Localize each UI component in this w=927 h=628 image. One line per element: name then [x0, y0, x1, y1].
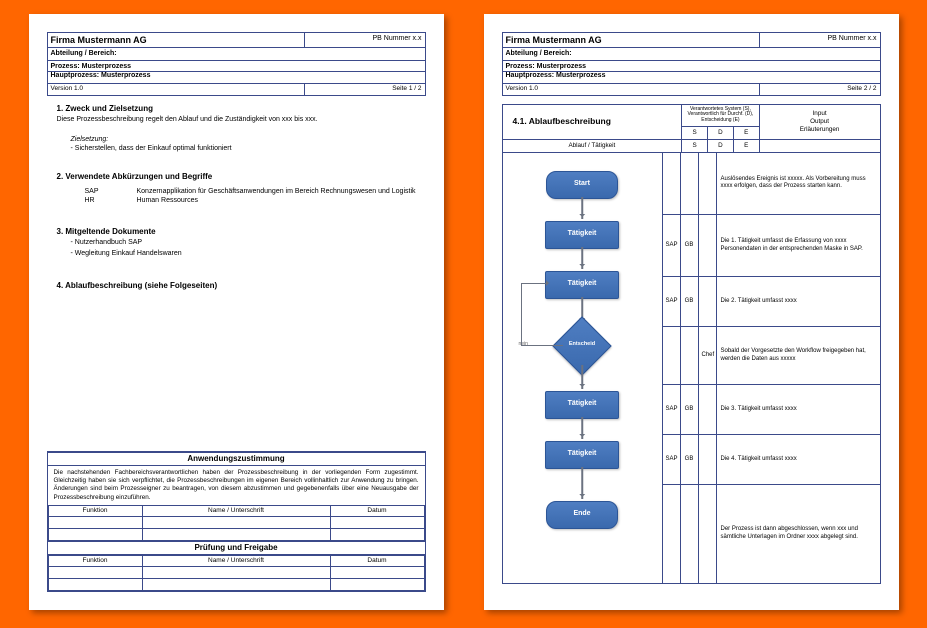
- page-indicator: Seite 1 / 2: [304, 83, 425, 95]
- flow-note: Die 1. Tätigkeit umfasst die Erfassung v…: [716, 215, 880, 277]
- version: Version 1.0: [47, 83, 304, 95]
- section-4-title: 4. Ablaufbeschreibung (siehe Folgeseiten…: [57, 281, 416, 291]
- section-1-title: 1. Zweck und Zielsetzung: [57, 104, 416, 114]
- col-e: E: [733, 126, 759, 139]
- approval-title: Anwendungszustimmung: [48, 452, 425, 466]
- def-value: Human Ressources: [137, 197, 416, 206]
- col-io: Input Output Erläuterungen: [759, 104, 880, 139]
- page1-header: Firma Mustermann AG PB Nummer x.x Abteil…: [47, 32, 426, 96]
- process-label: Prozess: Musterprozess: [47, 61, 425, 72]
- def-value: Konzernapplikation für Geschäftsanwendun…: [137, 188, 416, 197]
- main-process-label: Hauptprozess: Musterprozess: [502, 72, 880, 83]
- col-d: D: [708, 126, 734, 139]
- flow-note: Auslösendes Ereignis ist xxxxx. Als Vorb…: [716, 153, 880, 215]
- def-key: SAP: [85, 188, 125, 197]
- definition-row: HR Human Ressources: [85, 197, 416, 206]
- document-page-2: Firma Mustermann AG PB Nummer x.x Abteil…: [484, 14, 899, 610]
- def-key: HR: [85, 197, 125, 206]
- flow-body: Start Tätigkeit Tätigkeit Entscheid nein: [502, 153, 881, 584]
- col-function: Funktion: [48, 505, 142, 516]
- flow-note: Der Prozess ist dann abgeschlossen, wenn…: [716, 485, 880, 584]
- col-function: Funktion: [48, 555, 142, 566]
- company-name: Firma Mustermann AG: [47, 33, 304, 48]
- node-activity: Tätigkeit: [545, 271, 619, 299]
- col-flow: Ablauf / Tätigkeit: [502, 139, 682, 152]
- department-label: Abteilung / Bereich:: [502, 48, 880, 61]
- flow-diagram: Start Tätigkeit Tätigkeit Entscheid nein: [503, 153, 662, 583]
- page1-body: 1. Zweck und Zielsetzung Diese Prozessbe…: [47, 96, 426, 297]
- pb-number: PB Nummer x.x: [304, 33, 425, 48]
- node-activity: Tätigkeit: [545, 221, 619, 249]
- approval-sign-table: Funktion Name / Unterschrift Datum: [48, 505, 425, 541]
- flow-note: Sobald der Vorgesetzte den Workflow frei…: [716, 327, 880, 385]
- node-start: Start: [546, 171, 618, 199]
- department-label: Abteilung / Bereich:: [47, 48, 425, 61]
- release-title: Prüfung und Freigabe: [48, 541, 425, 555]
- node-end: Ende: [546, 501, 618, 529]
- doc-item: - Wegleitung Einkauf Handelswaren: [71, 250, 416, 259]
- main-process-label: Hauptprozess: Musterprozess: [47, 72, 425, 83]
- version: Version 1.0: [502, 83, 759, 95]
- col-name: Name / Unterschrift: [142, 555, 330, 566]
- process-label: Prozess: Musterprozess: [502, 61, 880, 72]
- flow-note: Die 2. Tätigkeit umfasst xxxx: [716, 277, 880, 327]
- goal-item: - Sicherstellen, dass der Einkauf optima…: [71, 145, 416, 154]
- section-3-title: 3. Mitgeltende Dokumente: [57, 227, 416, 237]
- col-date: Datum: [330, 505, 424, 516]
- company-name: Firma Mustermann AG: [502, 33, 759, 48]
- section-2-title: 2. Verwendete Abkürzungen und Begriffe: [57, 172, 416, 182]
- release-sign-table: Funktion Name / Unterschrift Datum: [48, 555, 425, 591]
- section-1-text: Diese Prozessbeschreibung regelt den Abl…: [57, 116, 416, 125]
- page2-header: Firma Mustermann AG PB Nummer x.x Abteil…: [502, 32, 881, 96]
- definition-row: SAP Konzernapplikation für Geschäftsanwe…: [85, 188, 416, 197]
- col-s: S: [682, 126, 708, 139]
- flow-note: Die 4. Tätigkeit umfasst xxxx: [716, 435, 880, 485]
- goal-label: Zielsetzung:: [71, 136, 416, 145]
- legend: Verantwortetes System (S), Verantwortlic…: [682, 104, 759, 126]
- document-page-1: Firma Mustermann AG PB Nummer x.x Abteil…: [29, 14, 444, 610]
- flow-header: 4.1. Ablaufbeschreibung Verantwortetes S…: [502, 104, 881, 153]
- doc-item: - Nutzerhandbuch SAP: [71, 239, 416, 248]
- node-activity: Tätigkeit: [545, 441, 619, 469]
- flow-note: Die 3. Tätigkeit umfasst xxxx: [716, 385, 880, 435]
- col-date: Datum: [330, 555, 424, 566]
- node-activity: Tätigkeit: [545, 391, 619, 419]
- pb-number: PB Nummer x.x: [759, 33, 880, 48]
- approval-block: Anwendungszustimmung Die nachstehenden F…: [47, 451, 426, 592]
- col-name: Name / Unterschrift: [142, 505, 330, 516]
- section-41-title: 4.1. Ablaufbeschreibung: [502, 104, 682, 139]
- approval-text: Die nachstehenden Fachbereichsverantwort…: [48, 466, 425, 505]
- page-indicator: Seite 2 / 2: [759, 83, 880, 95]
